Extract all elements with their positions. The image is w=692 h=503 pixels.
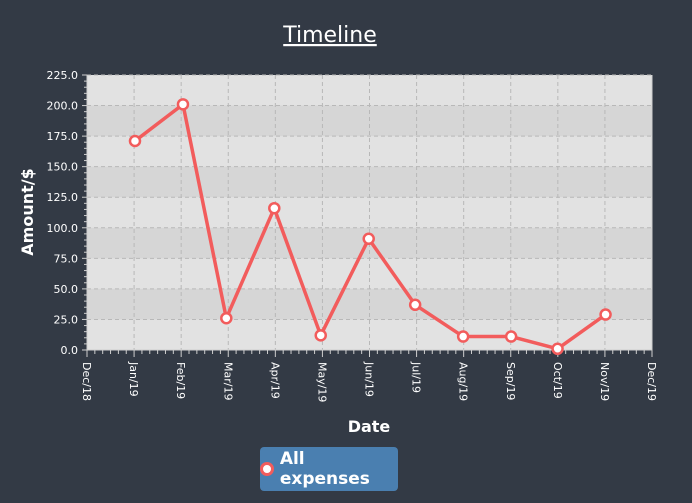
data-point[interactable] [599, 308, 612, 321]
data-point[interactable] [314, 329, 327, 342]
data-point[interactable] [362, 232, 375, 246]
data-point[interactable] [456, 330, 470, 343]
timeline-chart: Timeline 0.0 25.0 50.0 75.0 100.0 125.0 150.0 1… [18, 23, 658, 436]
y-tick-label: 175.0 [47, 130, 79, 143]
x-tick-label: Dec/19 [645, 362, 658, 401]
y-tick-label: 150.0 [47, 161, 79, 174]
y-tick-label: 225.0 [47, 69, 79, 82]
x-tick-label: Mar/19 [221, 362, 234, 400]
data-point[interactable] [551, 342, 564, 356]
y-tick-label: 125.0 [47, 191, 79, 204]
x-tick-label: Jul/19 [410, 361, 423, 393]
data-point[interactable] [268, 201, 281, 215]
y-tick-label: 100.0 [47, 222, 79, 235]
legend-all-expenses-button[interactable]: All expenses [260, 447, 398, 491]
x-tick-label: Oct/19 [551, 362, 564, 399]
data-point[interactable] [504, 330, 518, 343]
data-point[interactable] [176, 98, 190, 111]
x-tick-label: Feb/19 [174, 362, 187, 399]
data-point[interactable] [128, 134, 142, 148]
x-tick-label: Apr/19 [268, 362, 281, 399]
data-point[interactable] [408, 298, 422, 312]
x-tick-label: Aug/19 [457, 362, 470, 401]
x-tick-label: Sep/19 [504, 362, 517, 400]
legend-label: All expenses [279, 449, 370, 489]
y-tick-label: 75.0 [54, 252, 79, 265]
data-point[interactable] [220, 311, 233, 325]
x-tick-label: May/19 [315, 362, 328, 402]
x-tick-label: Jan/19 [127, 361, 140, 397]
x-axis-label: Date [348, 417, 391, 436]
y-tick-label: 50.0 [54, 283, 79, 296]
x-tick-label: Jun/19 [363, 361, 376, 397]
y-axis-label: Amount/$ [18, 168, 37, 255]
y-tick-label: 25.0 [54, 313, 79, 326]
y-tick-label: 0.0 [61, 344, 79, 357]
chart-title: Timeline [282, 23, 377, 48]
x-tick-label: Dec/18 [80, 362, 93, 401]
legend-marker-icon [260, 462, 274, 476]
x-tick-label: Nov/19 [598, 362, 611, 401]
y-tick-label: 200.0 [47, 100, 79, 113]
